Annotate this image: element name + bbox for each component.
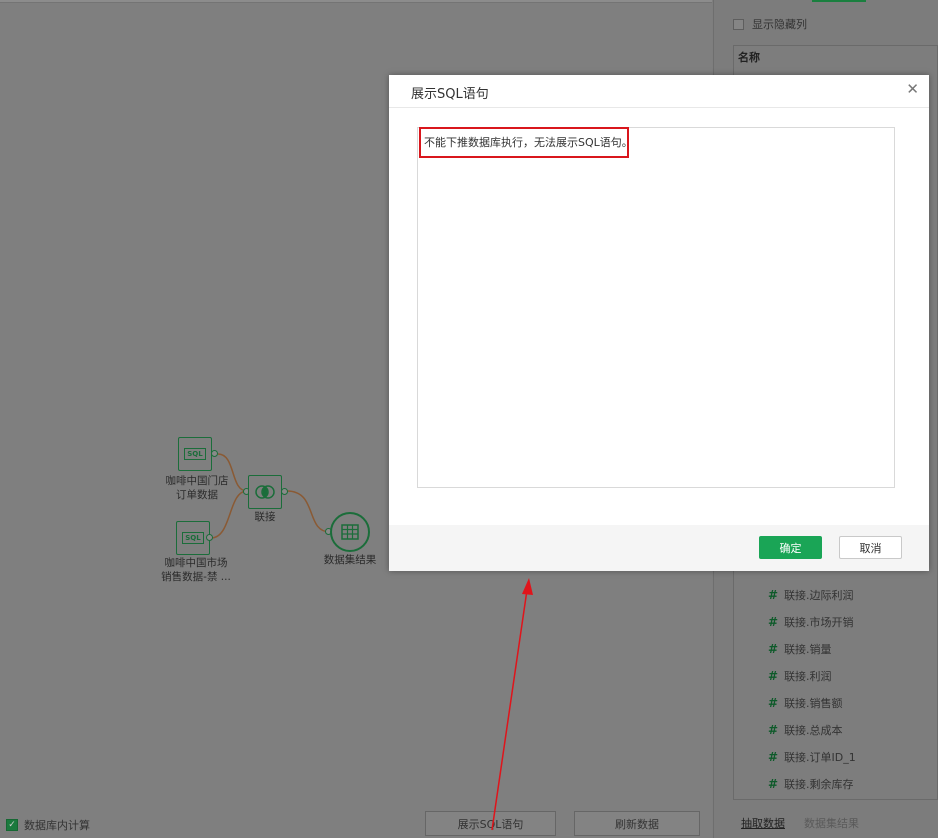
db-compute-checkbox[interactable]: ✓ [6, 819, 18, 831]
field-item[interactable]: # 联接.剩余库存 [768, 774, 854, 794]
show-hidden-columns[interactable]: 显示隐藏列 [733, 15, 807, 33]
show-hidden-label: 显示隐藏列 [752, 18, 807, 31]
field-label: 联接.边际利润 [784, 589, 854, 602]
show-sql-button[interactable]: 展示SQL语句 [425, 811, 556, 836]
dialog-title: 展示SQL语句 [411, 87, 489, 102]
node-label: 咖啡中国门店 订单数据 [165, 475, 229, 501]
output-port[interactable] [211, 450, 218, 457]
field-label: 联接.订单ID_1 [784, 751, 856, 764]
source-node-store-orders[interactable]: SQL [178, 437, 212, 471]
refresh-data-button[interactable]: 刷新数据 [574, 811, 700, 836]
canvas-top-border [0, 0, 712, 3]
join-label: 联接 [254, 511, 276, 523]
field-item[interactable]: # 联接.市场开销 [768, 612, 854, 632]
db-compute-label: 数据库内计算 [24, 819, 90, 832]
close-icon[interactable]: ✕ [906, 81, 919, 97]
dataset-result-node[interactable] [330, 512, 370, 552]
annotation-highlight-box [419, 127, 629, 158]
number-field-icon: # [768, 696, 779, 710]
sql-table-icon: SQL [184, 448, 206, 460]
output-port[interactable] [281, 488, 288, 495]
number-field-icon: # [768, 750, 779, 764]
join-node[interactable] [248, 475, 282, 509]
field-label: 联接.市场开销 [784, 616, 854, 629]
field-label: 联接.销售额 [784, 697, 843, 710]
field-item[interactable]: # 联接.总成本 [768, 720, 843, 740]
output-port[interactable] [206, 534, 213, 541]
table-grid-icon [341, 524, 359, 540]
join-icon [255, 485, 275, 499]
db-compute-toggle[interactable]: ✓ 数据库内计算 [6, 817, 90, 833]
sql-text-area[interactable]: 不能下推数据库执行，无法展示SQL语句。 [417, 127, 895, 488]
number-field-icon: # [768, 588, 779, 602]
node-label: 咖啡中国市场 销售数据-禁 ... [161, 557, 231, 583]
field-label: 联接.利润 [784, 670, 832, 683]
field-item[interactable]: # 联接.销售额 [768, 693, 843, 713]
column-header-name: 名称 [738, 51, 760, 64]
number-field-icon: # [768, 669, 779, 683]
cancel-button[interactable]: 取消 [839, 536, 902, 559]
number-field-icon: # [768, 723, 779, 737]
active-tab-indicator [812, 0, 866, 2]
sql-table-icon: SQL [182, 532, 204, 544]
show-sql-dialog: 展示SQL语句 ✕ 不能下推数据库执行，无法展示SQL语句。 确定 取消 [389, 75, 929, 571]
number-field-icon: # [768, 642, 779, 656]
tab-extract-data[interactable]: 抽取数据 [741, 815, 785, 831]
field-label: 联接.销量 [784, 643, 832, 656]
confirm-button[interactable]: 确定 [759, 536, 822, 559]
field-label: 联接.总成本 [784, 724, 843, 737]
dialog-header: 展示SQL语句 ✕ [389, 75, 929, 108]
field-item[interactable]: # 联接.订单ID_1 [768, 747, 856, 767]
field-item[interactable]: # 联接.边际利润 [768, 585, 854, 605]
tab-dataset-result[interactable]: 数据集结果 [804, 815, 859, 831]
field-item[interactable]: # 联接.销量 [768, 639, 832, 659]
field-label: 联接.剩余库存 [784, 778, 854, 791]
source-node-market-sales[interactable]: SQL [176, 521, 210, 555]
show-hidden-checkbox[interactable] [733, 18, 744, 30]
result-label: 数据集结果 [323, 554, 377, 566]
number-field-icon: # [768, 777, 779, 791]
field-item[interactable]: # 联接.利润 [768, 666, 832, 686]
number-field-icon: # [768, 615, 779, 629]
